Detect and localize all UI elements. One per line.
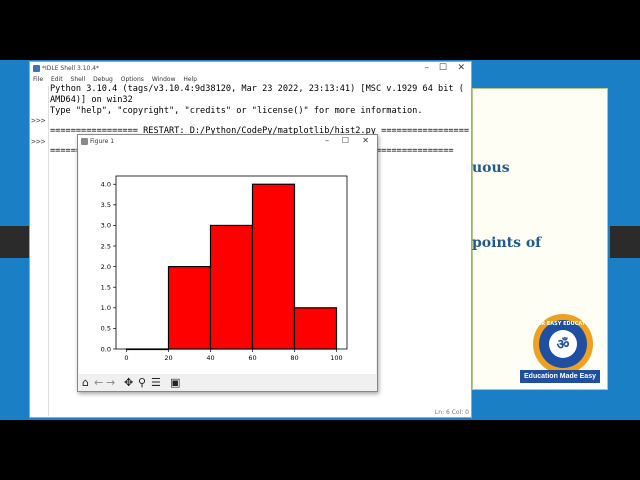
menu-file[interactable]: File bbox=[33, 76, 43, 83]
right-edge-tab bbox=[610, 226, 640, 258]
menu-shell[interactable]: Shell bbox=[71, 76, 86, 83]
back-arrow-icon[interactable]: ← bbox=[94, 376, 103, 389]
x-tick-label: 20 bbox=[164, 354, 172, 362]
svg-text:ॐ: ॐ bbox=[557, 336, 570, 353]
x-tick-label: 80 bbox=[290, 354, 298, 362]
y-tick-label: 3.5 bbox=[101, 201, 111, 209]
histogram-chart: 0 20 40 60 80 100 0.0 0.5 1.0 1.5 2.0 2.5 3.0 3.5 4.0 bbox=[101, 175, 348, 362]
figure-canvas[interactable]: 0 20 40 60 80 100 0.0 0.5 1.0 1.5 2.0 2.5 3.0 3.5 4.0 bbox=[79, 148, 376, 374]
prompt-gutter: >>> >>> bbox=[30, 86, 49, 416]
menu-options[interactable]: Options bbox=[121, 76, 144, 83]
home-icon[interactable]: ⌂ bbox=[82, 376, 89, 389]
close-button[interactable]: ✕ bbox=[457, 63, 465, 73]
y-tick-label: 0.0 bbox=[101, 345, 111, 353]
slide-text-2: points of bbox=[472, 235, 542, 251]
zoom-icon[interactable]: ⚲ bbox=[138, 376, 146, 389]
configure-subplots-icon[interactable]: ☰ bbox=[151, 376, 161, 389]
x-tick-label: 60 bbox=[248, 354, 256, 362]
figure-toolbar: ⌂ ← → ✥ ⚲ ☰ ▣ bbox=[79, 375, 376, 391]
video-frame: uous points of ॐ ESAR EASY EDUCATION Edu… bbox=[0, 0, 640, 480]
pan-icon[interactable]: ✥ bbox=[124, 376, 133, 389]
histogram-bar bbox=[293, 307, 338, 350]
minimize-button[interactable]: – bbox=[425, 63, 430, 73]
maximize-button[interactable]: ☐ bbox=[439, 63, 447, 73]
y-tick-label: 4.0 bbox=[101, 181, 111, 189]
y-tick-label: 2.5 bbox=[101, 242, 111, 250]
menu-window[interactable]: Window bbox=[152, 76, 176, 83]
close-button[interactable]: ✕ bbox=[362, 136, 369, 145]
shell-prompt: >>> bbox=[31, 116, 46, 125]
menu-help[interactable]: Help bbox=[183, 76, 197, 83]
sunburst-icon: ॐ ESAR EASY EDUCATION bbox=[530, 314, 596, 374]
matplotlib-icon bbox=[81, 138, 88, 145]
maximize-button[interactable]: ☐ bbox=[342, 136, 349, 145]
histogram-bar bbox=[209, 224, 254, 350]
idle-window-title: *IDLE Shell 3.10.4* bbox=[42, 65, 100, 72]
y-tick-label: 3.0 bbox=[101, 222, 111, 230]
slide-text-1: uous bbox=[472, 160, 510, 176]
status-bar: Ln: 6 Col: 0 bbox=[434, 409, 469, 416]
y-tick-label: 1.5 bbox=[101, 284, 111, 292]
menu-debug[interactable]: Debug bbox=[93, 76, 113, 83]
console-line: AMD64)] on win32 bbox=[50, 95, 133, 105]
y-tick-label: 0.5 bbox=[101, 325, 111, 333]
python-icon bbox=[33, 65, 40, 72]
x-tick-label: 0 bbox=[124, 354, 128, 362]
figure-window[interactable]: Figure 1 – ☐ ✕ 0 20 40 60 80 100 0.0 0.5 1.0 1.5 2… bbox=[77, 134, 378, 392]
minimize-button[interactable]: – bbox=[325, 136, 329, 145]
y-tick-label: 1.0 bbox=[101, 304, 111, 312]
console-line: Python 3.10.4 (tags/v3.10.4:9d38120, Mar… bbox=[50, 84, 464, 94]
figure-window-title: Figure 1 bbox=[90, 138, 115, 145]
shell-prompt: >>> bbox=[31, 137, 46, 146]
figure-titlebar[interactable]: Figure 1 – ☐ ✕ bbox=[78, 135, 377, 148]
console-line: Type "help", "copyright", "credits" or "… bbox=[50, 106, 423, 116]
save-icon[interactable]: ▣ bbox=[170, 376, 180, 389]
histogram-bar bbox=[251, 183, 296, 350]
x-tick-label: 40 bbox=[206, 354, 214, 362]
y-tick-label: 2.0 bbox=[101, 263, 111, 271]
logo-banner: Education Made Easy bbox=[520, 370, 600, 383]
forward-arrow-icon[interactable]: → bbox=[106, 376, 115, 389]
x-tick-label: 100 bbox=[330, 354, 342, 362]
left-edge-tab bbox=[0, 226, 30, 258]
logo-arc-text: ESAR EASY EDUCATION bbox=[530, 321, 595, 327]
idle-titlebar[interactable]: *IDLE Shell 3.10.4* – ☐ ✕ bbox=[30, 62, 471, 76]
histogram-bar bbox=[167, 266, 212, 350]
menu-edit[interactable]: Edit bbox=[51, 76, 63, 83]
